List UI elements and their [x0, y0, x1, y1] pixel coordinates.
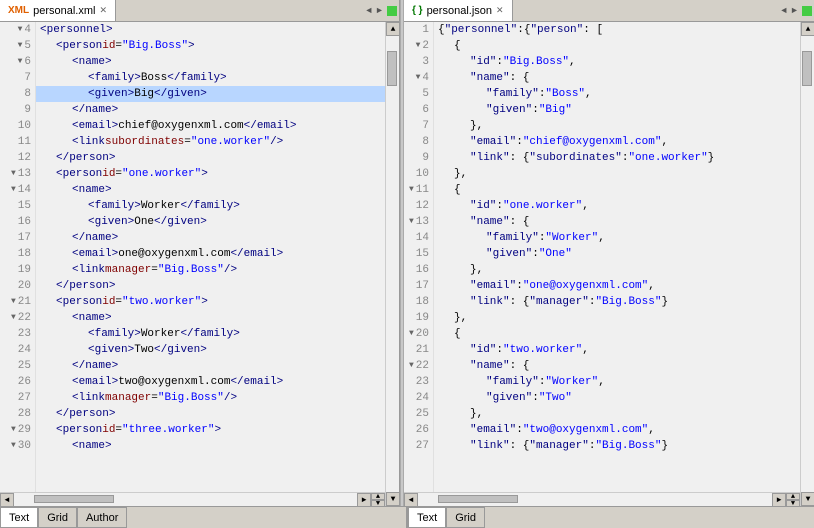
right-hscroll-right[interactable]: ►	[772, 493, 786, 506]
right-grid-button[interactable]: Grid	[446, 507, 485, 528]
right-vscroll-down[interactable]: ▼	[801, 492, 814, 506]
left-code-content: <personnel><person id="Big.Boss"><name><…	[36, 22, 385, 492]
right-tab-label: personal.json	[427, 5, 492, 17]
right-panel-header: { } personal.json ✕ ◄ ►	[404, 0, 814, 22]
left-status-area: Text Grid Author	[0, 507, 408, 528]
left-grid-button[interactable]: Grid	[38, 507, 77, 528]
panels-row: XML personal.xml ✕ ◄ ► ▼4▼5▼6789101112▼1…	[0, 0, 814, 506]
xml-file-icon: XML	[8, 5, 29, 16]
left-vscroll-down[interactable]: ▼	[386, 492, 399, 506]
left-line-numbers: ▼4▼5▼6789101112▼13▼14151617181920▼21▼222…	[0, 22, 36, 492]
left-green-indicator	[387, 6, 397, 16]
right-nav-left[interactable]: ◄	[779, 6, 788, 16]
right-text-button[interactable]: Text	[408, 507, 446, 528]
left-tab-label: personal.xml	[33, 5, 95, 17]
json-file-icon: { }	[412, 5, 423, 16]
left-panel: XML personal.xml ✕ ◄ ► ▼4▼5▼6789101112▼1…	[0, 0, 400, 506]
left-panel-header: XML personal.xml ✕ ◄ ►	[0, 0, 399, 22]
left-hscroll-left[interactable]: ◄	[0, 493, 14, 506]
left-vscroll-up[interactable]: ▲	[386, 22, 399, 36]
right-panel-tab[interactable]: { } personal.json ✕	[404, 0, 513, 21]
right-green-indicator	[802, 6, 812, 16]
left-vscroll[interactable]: ▲ ▼	[385, 22, 399, 506]
right-code-area[interactable]: 1▼23▼45678910▼1112▼13141516171819▼2021▼2…	[404, 22, 800, 506]
right-panel-nav: ◄ ►	[777, 0, 814, 21]
left-nav-right[interactable]: ►	[375, 6, 384, 16]
right-vscroll[interactable]: ▲ ▼	[800, 22, 814, 506]
left-author-button[interactable]: Author	[77, 507, 127, 528]
left-code-area[interactable]: ▼4▼5▼6789101112▼13▼14151617181920▼21▼222…	[0, 22, 385, 506]
left-tab-close[interactable]: ✕	[99, 5, 107, 16]
left-hscroll-right[interactable]: ►	[357, 493, 371, 506]
left-panel-nav: ◄ ►	[362, 0, 399, 21]
left-panel-tab[interactable]: XML personal.xml ✕	[0, 0, 116, 21]
right-code-content: {"personnel": {"person": [{"id": "Big.Bo…	[434, 22, 800, 492]
right-vscroll-up[interactable]: ▲	[801, 22, 814, 36]
status-bar: Text Grid Author Text Grid	[0, 506, 814, 528]
left-nav-left[interactable]: ◄	[364, 6, 373, 16]
right-panel: { } personal.json ✕ ◄ ► 1▼23▼45678910▼11…	[404, 0, 814, 506]
app-container: XML personal.xml ✕ ◄ ► ▼4▼5▼6789101112▼1…	[0, 0, 814, 528]
right-hscroll-row[interactable]: ◄ ► ▲ ▼	[404, 492, 800, 506]
right-line-numbers: 1▼23▼45678910▼1112▼13141516171819▼2021▼2…	[404, 22, 434, 492]
right-nav-right[interactable]: ►	[790, 6, 799, 16]
left-text-button[interactable]: Text	[0, 507, 38, 528]
right-hscroll-left[interactable]: ◄	[404, 493, 418, 506]
left-hscroll-row[interactable]: ◄ ► ▲ ▼	[0, 492, 385, 506]
right-tab-close[interactable]: ✕	[496, 5, 504, 16]
right-status-area: Text Grid	[408, 507, 814, 528]
